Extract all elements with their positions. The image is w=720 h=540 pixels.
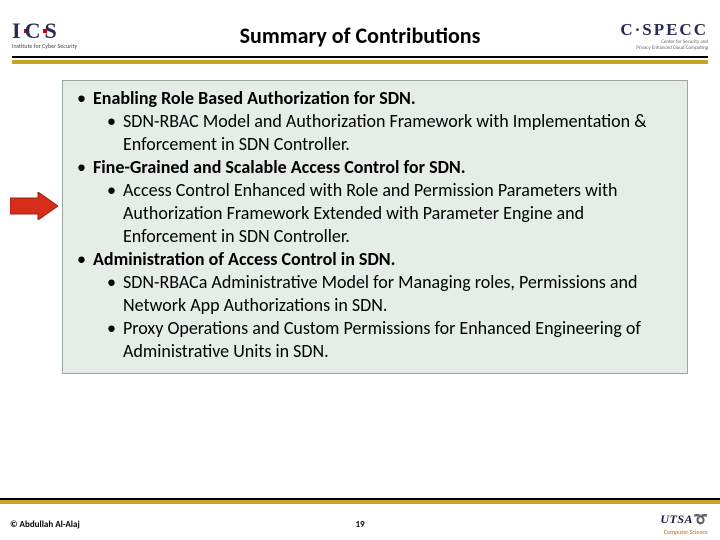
utsa-swoosh-icon: ➰: [693, 513, 708, 527]
logo-utsa: UTSA➰ Computer Science: [660, 509, 708, 536]
slide: ICS Institute for Cyber Security Summary…: [0, 0, 720, 540]
bullet-icon: [107, 179, 123, 248]
cspecc-logo-sub2: Privacy Enhanced Cloud Computing: [620, 46, 708, 52]
pointer-arrow-icon: [10, 192, 58, 220]
utsa-sub: Computer Science: [660, 528, 708, 536]
bullet-text: Proxy Operations and Custom Permissions …: [123, 317, 675, 363]
utsa-text: UTSA: [660, 512, 693, 526]
footer: © Abdullah Al-Alaj 19 UTSA➰ Computer Sci…: [0, 510, 720, 540]
bullet-icon: [77, 87, 93, 110]
bullet-l1: Administration of Access Control in SDN.: [77, 248, 675, 271]
bullet-l2: Access Control Enhanced with Role and Pe…: [107, 179, 675, 248]
bullet-icon: [107, 317, 123, 363]
bullet-text: Enabling Role Based Authorization for SD…: [93, 87, 675, 110]
logo-cspecc: C·SPECC Center for Security and Privacy …: [620, 20, 708, 51]
ics-logo-sub: Institute for Cyber Security: [12, 42, 77, 50]
content-box: Enabling Role Based Authorization for SD…: [62, 80, 688, 374]
bullet-l1: Fine-Grained and Scalable Access Control…: [77, 156, 675, 179]
bullet-icon: [77, 156, 93, 179]
header-rule-black: [12, 56, 708, 58]
bullet-icon: [77, 248, 93, 271]
bullet-text: SDN-RBAC Model and Authorization Framewo…: [123, 110, 675, 156]
ics-logo-text: ICS: [12, 18, 77, 44]
bullet-l2: SDN-RBAC Model and Authorization Framewo…: [107, 110, 675, 156]
bullet-icon: [107, 110, 123, 156]
page-number: 19: [355, 519, 364, 530]
bullet-text: Fine-Grained and Scalable Access Control…: [93, 156, 675, 179]
bullet-text: Access Control Enhanced with Role and Pe…: [123, 179, 675, 248]
bullet-l2: SDN-RBACa Administrative Model for Manag…: [107, 271, 675, 317]
page-title: Summary of Contributions: [0, 22, 720, 49]
bullet-icon: [107, 271, 123, 317]
header-rule-gold: [12, 60, 708, 64]
bullet-l2: Proxy Operations and Custom Permissions …: [107, 317, 675, 363]
cspecc-logo-text: C·SPECC: [620, 20, 708, 40]
bullet-l1: Enabling Role Based Authorization for SD…: [77, 87, 675, 110]
logo-ics: ICS Institute for Cyber Security: [12, 18, 77, 50]
bullet-text: Administration of Access Control in SDN.: [93, 248, 675, 271]
footer-rule: [0, 498, 720, 504]
bullet-text: SDN-RBACa Administrative Model for Manag…: [123, 271, 675, 317]
copyright: © Abdullah Al-Alaj: [10, 519, 80, 530]
